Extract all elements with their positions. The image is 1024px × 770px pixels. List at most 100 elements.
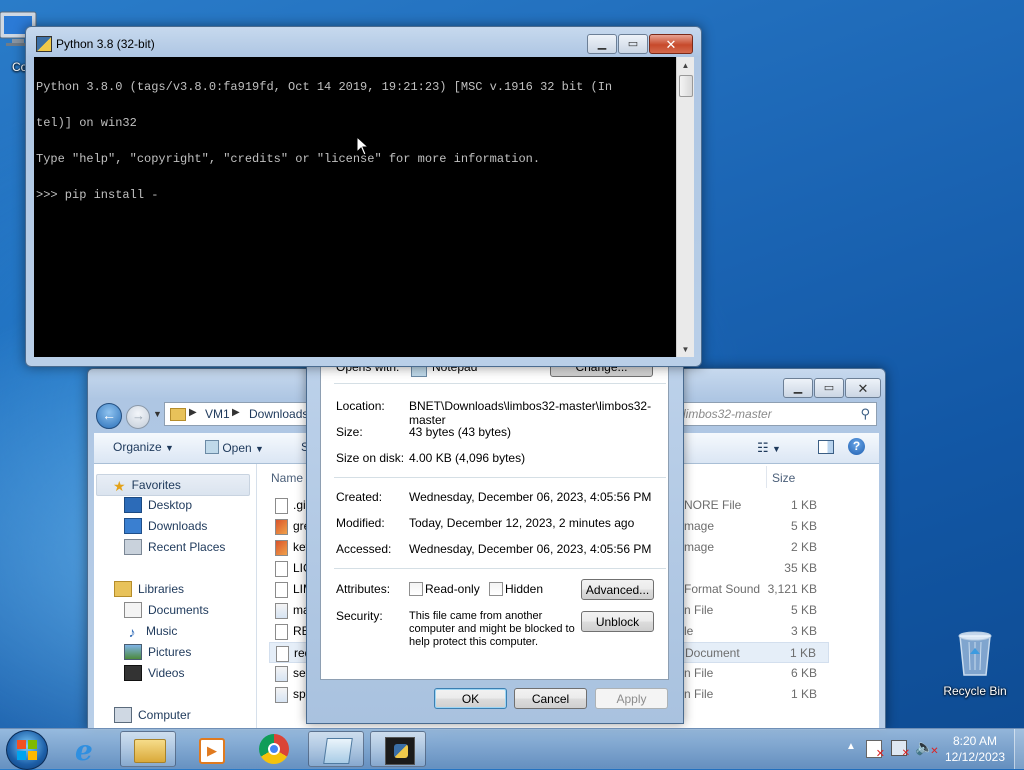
hidden-checkbox[interactable] bbox=[489, 582, 503, 596]
search-placeholder-text: limbos32-master bbox=[683, 407, 772, 421]
clock-date: 12/12/2023 bbox=[944, 750, 1006, 764]
location-label: Location: bbox=[336, 399, 385, 413]
change-view-button[interactable]: ☷ ▼ bbox=[757, 440, 781, 456]
nav-music[interactable]: ♪ Music bbox=[124, 621, 178, 641]
console-line: Type "help", "copyright", "credits" or "… bbox=[36, 152, 541, 166]
file-size: 1 KB bbox=[789, 646, 816, 660]
file-size: 6 KB bbox=[790, 666, 817, 680]
organize-button[interactable]: Organize ▼ bbox=[113, 440, 174, 454]
volume-muted-icon[interactable]: 🔈 ✕ bbox=[915, 738, 939, 757]
breadcrumb-separator-icon: ▶ bbox=[189, 407, 197, 418]
read-only-checkbox[interactable] bbox=[409, 582, 423, 596]
file-type: n File bbox=[684, 687, 714, 701]
size-label: Size: bbox=[336, 425, 363, 439]
taskbar-internet-explorer[interactable]: e bbox=[62, 731, 118, 767]
nav-favorites[interactable]: ★ Favorites bbox=[96, 474, 250, 496]
file-type: mage bbox=[684, 519, 715, 533]
cancel-button[interactable]: Cancel bbox=[514, 688, 587, 709]
size-on-disk-label: Size on disk: bbox=[336, 451, 405, 465]
maximize-button[interactable]: ▭ bbox=[814, 378, 844, 398]
computer-icon bbox=[114, 707, 132, 723]
nav-desktop[interactable]: Desktop bbox=[124, 495, 192, 515]
taskbar-explorer[interactable] bbox=[120, 731, 176, 767]
console-line: tel)] on win32 bbox=[36, 116, 137, 130]
taskbar-chrome[interactable] bbox=[246, 731, 302, 767]
advanced-button[interactable]: Advanced... bbox=[581, 579, 654, 600]
desktop-icon-recycle-bin[interactable]: Recycle Bin bbox=[935, 628, 1015, 698]
apply-button[interactable]: Apply bbox=[595, 688, 668, 709]
console-line: Python 3.8.0 (tags/v3.8.0:fa919fd, Oct 1… bbox=[36, 80, 613, 94]
taskbar-media-player[interactable]: ▶ bbox=[183, 731, 239, 767]
back-arrow-icon: ← bbox=[102, 407, 116, 423]
minimize-button[interactable]: ▁ bbox=[783, 378, 813, 398]
column-divider bbox=[766, 466, 767, 488]
nav-downloads[interactable]: Downloads bbox=[124, 516, 207, 536]
recent-pages-dropdown-icon[interactable]: ▼ bbox=[153, 409, 162, 419]
preview-pane-button[interactable] bbox=[818, 440, 834, 457]
accessed-value: Wednesday, December 06, 2023, 4:05:56 PM bbox=[409, 542, 652, 556]
close-button[interactable]: ✕ bbox=[845, 378, 881, 398]
size-on-disk-value: 4.00 KB (4,096 bytes) bbox=[409, 451, 526, 465]
file-size: 35 KB bbox=[784, 561, 817, 575]
file-icon bbox=[276, 646, 289, 662]
scroll-down-icon[interactable]: ▼ bbox=[677, 341, 694, 357]
console-output[interactable]: Python 3.8.0 (tags/v3.8.0:fa919fd, Oct 1… bbox=[34, 57, 676, 357]
hidden-label: Hidden bbox=[505, 582, 544, 596]
maximize-button[interactable]: ▭ bbox=[618, 34, 648, 54]
attributes-label: Attributes: bbox=[336, 582, 391, 596]
console-scrollbar[interactable]: ▲ ▼ bbox=[676, 57, 694, 357]
scrollbar-thumb[interactable] bbox=[679, 75, 693, 97]
nav-recent-places[interactable]: Recent Places bbox=[124, 537, 225, 557]
folder-icon bbox=[134, 739, 166, 763]
show-hidden-icons-button[interactable]: ▲ bbox=[846, 741, 856, 752]
file-type: Format Sound bbox=[684, 582, 761, 596]
nav-computer[interactable]: Computer bbox=[114, 705, 191, 725]
folder-icon bbox=[170, 408, 186, 421]
search-input[interactable]: limbos32-master ⚲ bbox=[676, 402, 877, 426]
breadcrumb-downloads[interactable]: Downloads bbox=[249, 407, 308, 421]
network-icon[interactable]: ✕ bbox=[891, 740, 910, 759]
notepad-icon bbox=[323, 738, 353, 764]
ok-button[interactable]: OK bbox=[434, 688, 507, 709]
separator bbox=[334, 568, 666, 569]
column-header-size[interactable]: Size bbox=[772, 471, 795, 485]
breadcrumb-separator-icon: ▶ bbox=[232, 407, 240, 418]
taskbar: e ▶ ▲ ✕ ✕ 🔈 ✕ 8:20 AM 12/12/2023 bbox=[0, 728, 1024, 770]
nav-documents[interactable]: Documents bbox=[124, 600, 209, 620]
file-size: 1 KB bbox=[790, 687, 817, 701]
created-value: Wednesday, December 06, 2023, 4:05:56 PM bbox=[409, 490, 652, 504]
file-icon bbox=[275, 540, 288, 556]
open-button[interactable]: Open ▼ bbox=[205, 440, 264, 455]
pictures-icon bbox=[124, 644, 142, 660]
file-icon bbox=[275, 666, 288, 682]
clock[interactable]: 8:20 AM 12/12/2023 bbox=[938, 733, 1012, 765]
action-center-icon[interactable]: ✕ bbox=[866, 740, 885, 760]
taskbar-python[interactable] bbox=[370, 731, 426, 767]
column-header-name[interactable]: Name bbox=[271, 471, 303, 485]
back-button[interactable]: ← bbox=[96, 403, 122, 429]
address-bar[interactable]: ▶ VM1 ▶ Downloads bbox=[164, 402, 308, 426]
taskbar-notepad[interactable] bbox=[308, 731, 364, 767]
accessed-label: Accessed: bbox=[336, 542, 392, 556]
breadcrumb-vm1[interactable]: VM1 bbox=[205, 407, 230, 421]
unblock-button[interactable]: Unblock bbox=[581, 611, 654, 632]
nav-videos[interactable]: Videos bbox=[124, 663, 184, 683]
security-label: Security: bbox=[336, 609, 383, 623]
file-size: 5 KB bbox=[790, 603, 817, 617]
help-button[interactable]: ? bbox=[848, 438, 865, 455]
start-button[interactable] bbox=[6, 730, 48, 770]
file-icon bbox=[275, 519, 288, 535]
scroll-up-icon[interactable]: ▲ bbox=[677, 57, 694, 73]
navigation-pane: ★ Favorites Desktop Downloads Recent Plac… bbox=[94, 464, 257, 729]
separator bbox=[334, 477, 666, 478]
close-button[interactable]: ✕ bbox=[649, 34, 693, 54]
nav-pictures[interactable]: Pictures bbox=[124, 642, 191, 662]
forward-button[interactable]: → bbox=[126, 405, 150, 429]
internet-explorer-icon: e bbox=[75, 734, 93, 767]
minimize-button[interactable]: ▁ bbox=[587, 34, 617, 54]
file-type: n File bbox=[684, 666, 714, 680]
modified-value: Today, December 12, 2023, 2 minutes ago bbox=[409, 516, 635, 530]
show-desktop-button[interactable] bbox=[1014, 729, 1024, 769]
desktop-icon-label: Recycle Bin bbox=[943, 684, 1007, 698]
nav-libraries[interactable]: Libraries bbox=[114, 579, 184, 599]
